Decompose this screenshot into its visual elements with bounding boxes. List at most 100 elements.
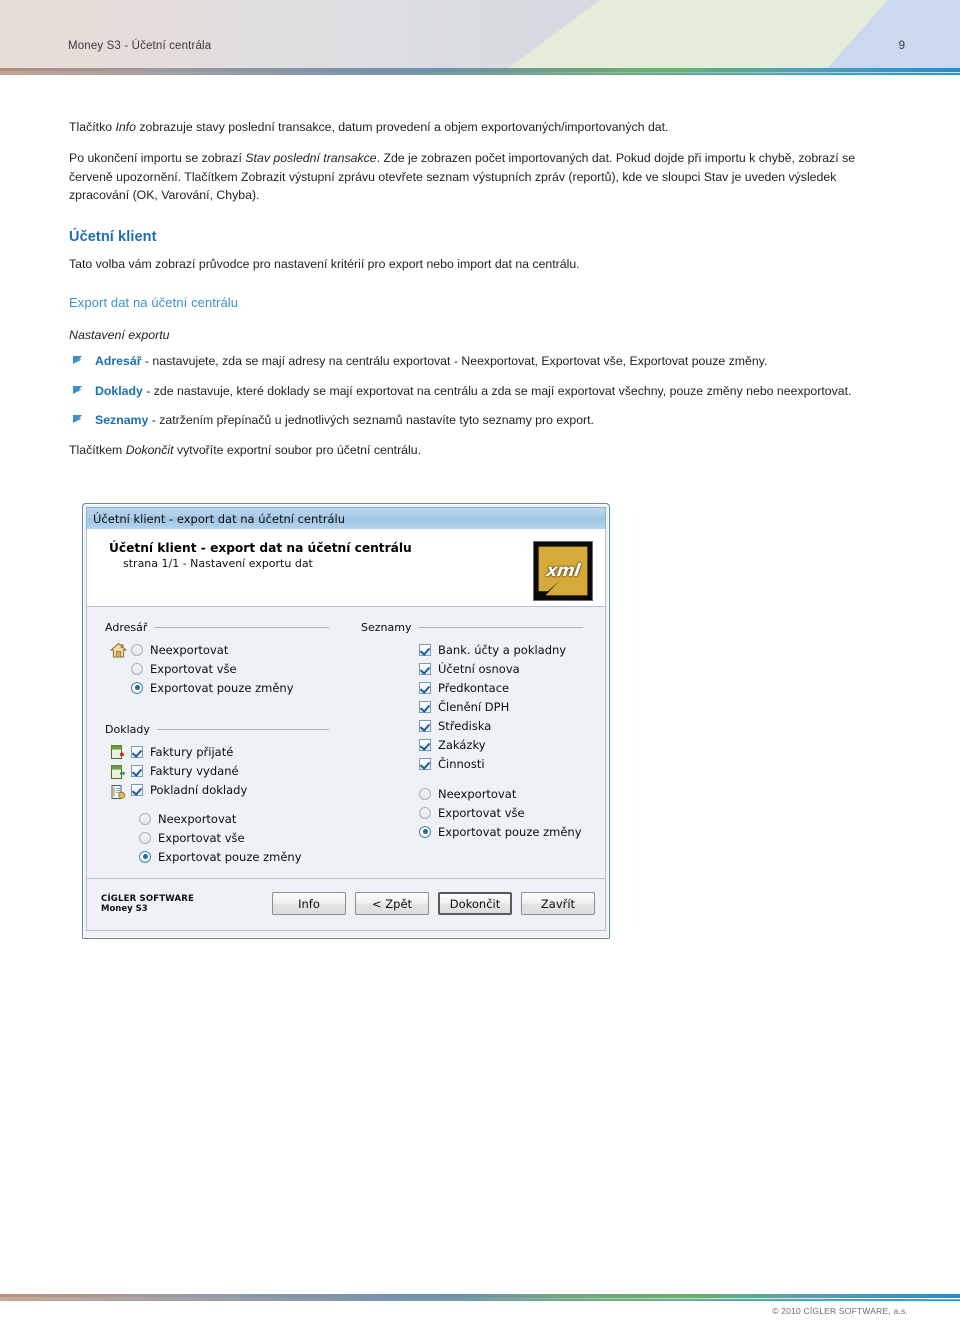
brand-line-2: Money S3 bbox=[101, 903, 148, 914]
checkbox-cleneni-dph[interactable] bbox=[419, 700, 431, 713]
doklady-checkbox-group[interactable]: Faktury přijaté Faktury vydané Pokladní … bbox=[131, 742, 351, 800]
radio-doklady-exportovat-vse[interactable] bbox=[139, 831, 151, 844]
radio-seznamy-exportovat-vse[interactable] bbox=[419, 806, 431, 819]
checkbox-row-strediska[interactable]: Střediska bbox=[419, 716, 605, 735]
radio-row-adresar-neexportovat[interactable]: Neexportovat bbox=[131, 640, 351, 659]
dialog-banner-title: Účetní klient - export dat na účetní cen… bbox=[109, 541, 412, 555]
radio-row-adresar-pouze-zmeny[interactable]: Exportovat pouze změny bbox=[131, 678, 351, 697]
adresar-radio-group[interactable]: Neexportovat Exportovat vše Exportovat p… bbox=[131, 640, 351, 697]
checkbox-zakazky[interactable] bbox=[419, 738, 431, 751]
header-pink-shape bbox=[0, 0, 260, 68]
invoice-received-icon bbox=[111, 745, 124, 759]
checkbox-label: Předkontace bbox=[438, 680, 510, 695]
radio-seznamy-pouze-zmeny[interactable] bbox=[419, 825, 431, 838]
radio-label: Exportovat pouze změny bbox=[438, 824, 582, 839]
closing-suffix: vytvoříte exportní soubor pro účetní cen… bbox=[173, 442, 421, 457]
group-divider-line bbox=[418, 627, 583, 628]
radio-label: Neexportovat bbox=[158, 811, 237, 826]
group-body-adresar: Neexportovat Exportovat vše Exportovat p… bbox=[105, 640, 351, 697]
dialog-body: Adresář Neexportovat Exportovat vše Expo… bbox=[86, 607, 606, 879]
dialog-banner: Účetní klient - export dat na účetní cen… bbox=[86, 529, 606, 607]
radio-label: Exportovat pouze změny bbox=[150, 680, 294, 695]
cigler-software-logo: CÍGLER SOFTWARE Money S3 bbox=[101, 894, 194, 915]
radio-row-seznamy-exportovat-vse[interactable]: Exportovat vše bbox=[419, 803, 605, 822]
checkbox-row-cinnosti[interactable]: Činnosti bbox=[419, 754, 605, 773]
checkbox-pokladni-doklady[interactable] bbox=[131, 783, 143, 796]
checkbox-label: Účetní osnova bbox=[438, 661, 520, 676]
checkbox-label: Zakázky bbox=[438, 737, 486, 752]
checkbox-label: Členění DPH bbox=[438, 699, 510, 714]
checkbox-faktury-prijate[interactable] bbox=[131, 745, 143, 758]
radio-row-seznamy-neexportovat[interactable]: Neexportovat bbox=[419, 784, 605, 803]
page-number: 9 bbox=[898, 40, 905, 52]
back-button[interactable]: < Zpět bbox=[355, 892, 429, 915]
group-label-seznamy: Seznamy bbox=[361, 621, 412, 634]
checkbox-row-ucetni-osnova[interactable]: Účetní osnova bbox=[419, 659, 605, 678]
dialog-title-text: Účetní klient - export dat na účetní cen… bbox=[93, 511, 346, 526]
doklady-radio-group[interactable]: Neexportovat Exportovat vše Exportovat p… bbox=[105, 800, 351, 866]
cash-document-icon bbox=[111, 785, 126, 799]
page-content: Tlačítko Info zobrazuje stavy poslední t… bbox=[69, 118, 897, 472]
para2-prefix: Po ukončení importu se zobrazí bbox=[69, 151, 246, 166]
group-divider-line bbox=[154, 627, 329, 628]
radio-row-adresar-exportovat-vse[interactable]: Exportovat vše bbox=[131, 659, 351, 678]
checkbox-bank-ucty-a-pokladny[interactable] bbox=[419, 643, 431, 656]
finish-button[interactable]: Dokončit bbox=[438, 892, 512, 915]
list-item: Adresář - nastavujete, zda se mají adres… bbox=[69, 352, 897, 370]
list-item-term: Doklady bbox=[95, 383, 143, 398]
paragraph-section-intro: Tato volba vám zobrazí průvodce pro nast… bbox=[69, 256, 580, 271]
radio-doklady-neexportovat[interactable] bbox=[139, 812, 151, 825]
checkbox-row-zakazky[interactable]: Zakázky bbox=[419, 735, 605, 754]
invoice-issued-icon bbox=[111, 765, 126, 779]
checkbox-cinnosti[interactable] bbox=[419, 757, 431, 770]
info-button[interactable]: Info bbox=[272, 892, 346, 915]
radio-doklady-pouze-zmeny[interactable] bbox=[139, 850, 151, 863]
radio-adresar-pouze-zmeny[interactable] bbox=[131, 681, 143, 694]
close-button[interactable]: Zavřít bbox=[521, 892, 595, 915]
radio-label: Exportovat vše bbox=[438, 805, 525, 820]
xml-logo-label: xml bbox=[545, 561, 581, 581]
radio-adresar-neexportovat[interactable] bbox=[131, 643, 143, 656]
bullet-list: Adresář - nastavujete, zda se mají adres… bbox=[69, 352, 897, 429]
checkbox-label: Pokladní doklady bbox=[150, 782, 248, 797]
seznamy-radio-group[interactable]: Neexportovat Exportovat vše Exportovat p… bbox=[361, 773, 605, 841]
para1-italic-term: Info bbox=[115, 120, 136, 134]
para2-italic-term: Stav poslední transakce bbox=[245, 151, 377, 166]
checkbox-faktury-vydane[interactable] bbox=[131, 764, 143, 777]
export-dialog-window[interactable]: Účetní klient - export dat na účetní cen… bbox=[82, 503, 610, 939]
seznamy-checkbox-group[interactable]: Bank. účty a pokladny Účetní osnova Před… bbox=[361, 640, 605, 773]
checkbox-row-faktury-vydane[interactable]: Faktury vydané bbox=[131, 761, 351, 780]
checkbox-row-faktury-prijate[interactable]: Faktury přijaté bbox=[131, 742, 351, 761]
checkbox-ucetni-osnova[interactable] bbox=[419, 662, 431, 675]
checkbox-label: Střediska bbox=[438, 718, 492, 733]
list-item-term: Adresář bbox=[95, 354, 142, 369]
list-item-term: Seznamy bbox=[95, 413, 149, 428]
checkbox-row-cleneni-dph[interactable]: Členění DPH bbox=[419, 697, 605, 716]
house-icon bbox=[109, 642, 127, 658]
checkbox-label: Faktury přijaté bbox=[150, 744, 234, 759]
group-label-doklady: Doklady bbox=[105, 723, 150, 736]
group-header-seznamy: Seznamy bbox=[361, 621, 605, 634]
list-item: Doklady - zde nastavuje, které doklady s… bbox=[69, 382, 897, 400]
copyright-notice: © 2010 CÍGLER SOFTWARE, a.s. bbox=[772, 1306, 908, 1316]
radio-row-doklady-neexportovat[interactable]: Neexportovat bbox=[139, 809, 351, 828]
radio-seznamy-neexportovat[interactable] bbox=[419, 787, 431, 800]
closing-italic-term: Dokončit bbox=[125, 442, 174, 457]
checkbox-row-bank-ucty[interactable]: Bank. účty a pokladny bbox=[419, 640, 605, 659]
radio-adresar-exportovat-vse[interactable] bbox=[131, 662, 143, 675]
dialog-banner-text: Účetní klient - export dat na účetní cen… bbox=[109, 541, 412, 570]
dialog-titlebar[interactable]: Účetní klient - export dat na účetní cen… bbox=[86, 507, 606, 529]
list-item-text: - nastavujete, zda se mají adresy na cen… bbox=[141, 354, 768, 369]
radio-row-doklady-pouze-zmeny[interactable]: Exportovat pouze změny bbox=[139, 847, 351, 866]
xml-logo-icon: xml bbox=[533, 541, 593, 601]
checkbox-row-predkontace[interactable]: Předkontace bbox=[419, 678, 605, 697]
list-item-text: - zde nastavuje, které doklady se mají e… bbox=[142, 383, 852, 398]
radio-row-doklady-exportovat-vse[interactable]: Exportovat vše bbox=[139, 828, 351, 847]
group-body-doklady: Faktury přijaté Faktury vydané Pokladní … bbox=[105, 742, 351, 800]
checkbox-strediska[interactable] bbox=[419, 719, 431, 732]
checkbox-predkontace[interactable] bbox=[419, 681, 431, 694]
group-label-adresar: Adresář bbox=[105, 621, 148, 634]
checkbox-row-pokladni-doklady[interactable]: Pokladní doklady bbox=[131, 780, 351, 799]
running-head-title: Money S3 - Účetní centrála bbox=[68, 40, 212, 52]
radio-row-seznamy-pouze-zmeny[interactable]: Exportovat pouze změny bbox=[419, 822, 605, 841]
